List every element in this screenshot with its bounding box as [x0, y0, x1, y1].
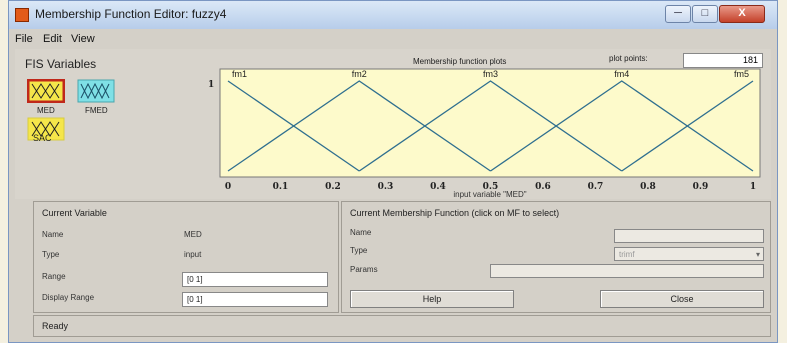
x-tick-label: 0: [225, 182, 231, 192]
x-tick-label: 0.9: [693, 182, 709, 192]
plot-area: [219, 68, 761, 178]
x-tick-label: 1: [750, 182, 756, 192]
current-mf-panel: Current Membership Function (click on MF…: [341, 201, 771, 313]
minimize-button[interactable]: ─: [665, 5, 691, 23]
current-variable-title: Current Variable: [42, 208, 107, 218]
mf-params-input[interactable]: [490, 264, 764, 278]
x-tick-label: 0.2: [325, 182, 341, 192]
y-tick-1: 1: [208, 80, 214, 90]
membership-plot[interactable]: fm1 fm2 fm3 fm4 fm5 1 0 0.1 0.2 0.3 0.4 0.5 0.6 0.7…: [15, 49, 771, 199]
x-axis-label: input variable "MED": [453, 190, 526, 199]
cv-name-value: MED: [184, 230, 202, 239]
maximize-button[interactable]: □: [692, 5, 718, 23]
mf-type-value: trimf: [619, 250, 635, 259]
cv-range-input[interactable]: [0 1]: [182, 272, 328, 287]
x-tick-label: 0.3: [378, 182, 394, 192]
matlab-icon: [15, 8, 29, 22]
mf-params-label: Params: [350, 265, 378, 274]
mf-name-label: Name: [350, 228, 372, 237]
cv-range-label: Range: [42, 272, 66, 281]
fis-and-plot-panel: FIS Variables MED FMED SAC Membership fu…: [15, 49, 771, 199]
chevron-down-icon: ▾: [755, 250, 760, 259]
menu-bar: File Edit View: [9, 31, 777, 47]
title-bar[interactable]: Membership Function Editor: fuzzy4 ─ □ X: [9, 1, 777, 29]
mf-name-input[interactable]: [614, 229, 764, 243]
x-tick-label: 0.8: [640, 182, 656, 192]
mf-label-fm4: fm4: [614, 69, 629, 79]
mf-label-fm3: fm3: [483, 69, 498, 79]
close-window-button[interactable]: X: [719, 5, 765, 23]
cv-name-label: Name: [42, 230, 64, 239]
current-variable-panel: Current Variable Name MED Type input Ran…: [33, 201, 339, 313]
status-bar: Ready: [33, 315, 771, 337]
cv-display-range-label: Display Range: [42, 293, 95, 302]
mf-type-label: Type: [350, 246, 368, 255]
mf-label-fm1: fm1: [232, 69, 247, 79]
menu-file[interactable]: File: [15, 33, 33, 45]
mf-label-fm2: fm2: [352, 69, 367, 79]
help-button[interactable]: Help: [350, 290, 514, 308]
close-button[interactable]: Close: [600, 290, 764, 308]
x-tick-label: 0.6: [535, 182, 551, 192]
cv-display-range-input[interactable]: [0 1]: [182, 292, 328, 307]
cv-type-value: input: [184, 250, 202, 259]
menu-edit[interactable]: Edit: [43, 33, 62, 45]
x-tick-label: 0.7: [588, 182, 604, 192]
x-tick-label: 0.4: [430, 182, 446, 192]
mf-type-select[interactable]: trimf ▾: [614, 247, 764, 261]
x-tick-label: 0.1: [273, 182, 289, 192]
membership-function-editor-window: Membership Function Editor: fuzzy4 ─ □ X…: [8, 0, 778, 343]
menu-view[interactable]: View: [71, 33, 95, 45]
current-mf-title: Current Membership Function (click on MF…: [350, 208, 560, 218]
window-title: Membership Function Editor: fuzzy4: [35, 7, 227, 21]
cv-type-label: Type: [42, 250, 60, 259]
mf-label-fm5: fm5: [734, 69, 749, 79]
